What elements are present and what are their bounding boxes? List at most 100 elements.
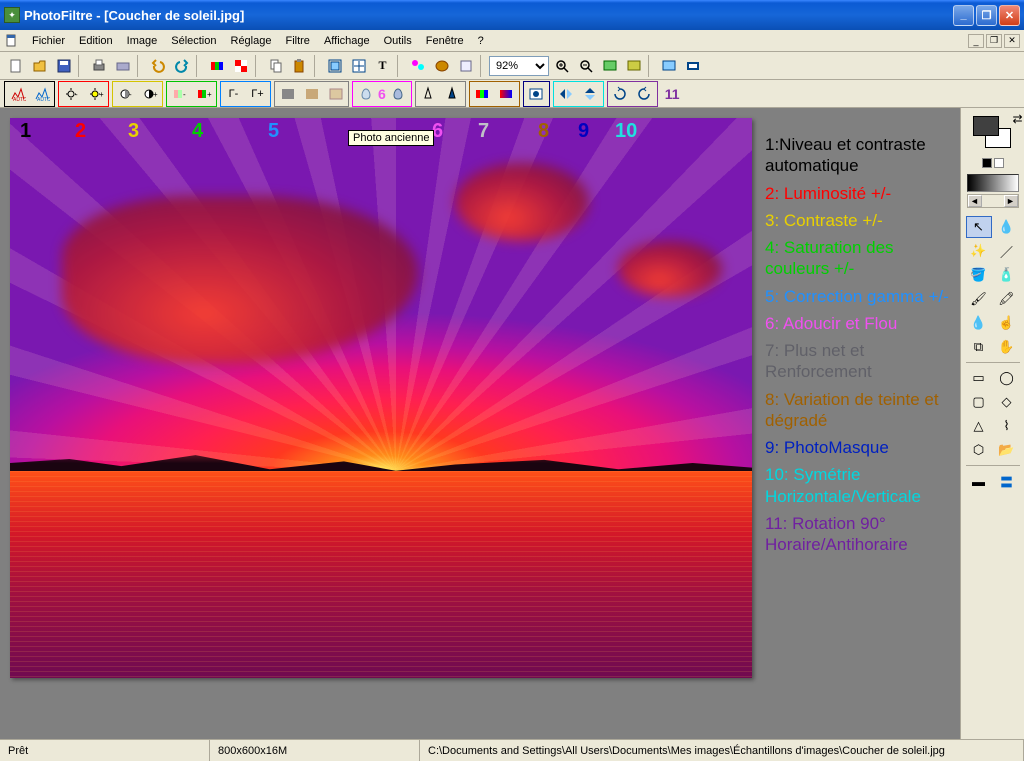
- fullscreen-button[interactable]: [657, 55, 680, 77]
- zoom-in-button[interactable]: [550, 55, 573, 77]
- auto-levels-button[interactable]: AUTO: [6, 83, 29, 105]
- resize-button[interactable]: [323, 55, 346, 77]
- soften-button[interactable]: [354, 83, 377, 105]
- auto-contrast-button[interactable]: AUTO: [30, 83, 53, 105]
- menu-affichage[interactable]: Affichage: [318, 33, 376, 49]
- gradient-scroll[interactable]: ◄►: [967, 194, 1019, 208]
- status-dims: 800x600x16M: [210, 740, 420, 761]
- brush-tool[interactable]: 🖌: [966, 288, 992, 310]
- pipette-tool[interactable]: 💧: [994, 216, 1020, 238]
- color-picker-button[interactable]: [406, 55, 429, 77]
- rotate-ccw-button[interactable]: [633, 83, 656, 105]
- slideshow-button[interactable]: [681, 55, 704, 77]
- scroll-tool[interactable]: ✋: [994, 336, 1020, 358]
- preferences-button[interactable]: [454, 55, 477, 77]
- sel-triangle-tool[interactable]: △: [966, 415, 992, 437]
- sel-rect-tool[interactable]: ▭: [966, 367, 992, 389]
- palette-button[interactable]: [430, 55, 453, 77]
- mdi-minimize[interactable]: _: [968, 34, 984, 48]
- brightness-minus-button[interactable]: -: [60, 83, 83, 105]
- menu-reglage[interactable]: Réglage: [225, 33, 278, 49]
- zoom-fit-button[interactable]: [598, 55, 621, 77]
- fill-tool[interactable]: 🪣: [966, 264, 992, 286]
- copy-button[interactable]: [264, 55, 287, 77]
- sel-diamond-tool[interactable]: ◇: [994, 391, 1020, 413]
- menu-selection[interactable]: Sélection: [165, 33, 222, 49]
- saturation-plus-button[interactable]: +: [192, 83, 215, 105]
- save-button[interactable]: [52, 55, 75, 77]
- flip-h-button[interactable]: [555, 83, 578, 105]
- contrast-plus-button[interactable]: +: [138, 83, 161, 105]
- close-button[interactable]: ✕: [999, 5, 1020, 26]
- menu-edition[interactable]: Edition: [73, 33, 119, 49]
- menu-help[interactable]: ?: [472, 33, 490, 49]
- scroll-left[interactable]: ◄: [968, 195, 982, 207]
- menu-fichier[interactable]: Fichier: [26, 33, 71, 49]
- open-button[interactable]: [28, 55, 51, 77]
- blur-button[interactable]: [387, 83, 410, 105]
- rotate-cw-button[interactable]: [609, 83, 632, 105]
- adv-brush-tool[interactable]: 🖍: [994, 288, 1020, 310]
- color-swatches[interactable]: ⇄: [969, 114, 1017, 156]
- pointer-tool[interactable]: ↖: [966, 216, 992, 238]
- menu-filtre[interactable]: Filtre: [279, 33, 315, 49]
- sel-poly-tool[interactable]: ⬡: [966, 439, 992, 461]
- zoom-select[interactable]: 92%: [489, 56, 549, 76]
- opt2-tool[interactable]: 〓: [994, 470, 1020, 492]
- sel-ellipse-tool[interactable]: ◯: [994, 367, 1020, 389]
- rgb-button[interactable]: [205, 55, 228, 77]
- grp-rotate: [607, 81, 658, 107]
- default-colors[interactable]: [982, 158, 1004, 168]
- clone-tool[interactable]: ⧉: [966, 336, 992, 358]
- image-canvas[interactable]: [10, 118, 752, 678]
- gradient-button[interactable]: [495, 83, 518, 105]
- fg-color-swatch[interactable]: [973, 116, 999, 136]
- zoom-100-button[interactable]: [622, 55, 645, 77]
- sel-load-tool[interactable]: 📂: [994, 439, 1020, 461]
- mdi-restore[interactable]: ❐: [986, 34, 1002, 48]
- flip-v-button[interactable]: [579, 83, 602, 105]
- blur-tool[interactable]: 💧: [966, 312, 992, 334]
- hue-button[interactable]: [471, 83, 494, 105]
- sel-lasso-tool[interactable]: ⌇: [994, 415, 1020, 437]
- spray-tool[interactable]: 🧴: [994, 264, 1020, 286]
- redo-button[interactable]: [170, 55, 193, 77]
- marker-3: 3: [128, 120, 139, 143]
- gamma-plus-button[interactable]: Γ+: [246, 83, 269, 105]
- grayscale-button[interactable]: [276, 83, 299, 105]
- minimize-button[interactable]: _: [953, 5, 974, 26]
- new-button[interactable]: [4, 55, 27, 77]
- line-tool[interactable]: ／: [994, 240, 1020, 262]
- brightness-plus-button[interactable]: +: [84, 83, 107, 105]
- scroll-right[interactable]: ►: [1004, 195, 1018, 207]
- mdi-close[interactable]: ✕: [1004, 34, 1020, 48]
- swap-colors-icon[interactable]: ⇄: [1012, 112, 1022, 126]
- reinforce-button[interactable]: [441, 83, 464, 105]
- scanner-button[interactable]: [111, 55, 134, 77]
- sel-roundrect-tool[interactable]: ▢: [966, 391, 992, 413]
- gamma-minus-button[interactable]: Γ-: [222, 83, 245, 105]
- sharpen-button[interactable]: [417, 83, 440, 105]
- wand-tool[interactable]: ✨: [966, 240, 992, 262]
- old-photo-button[interactable]: [324, 83, 347, 105]
- photomask-button[interactable]: [525, 83, 548, 105]
- marker-8: 8: [538, 120, 549, 143]
- canvas-size-button[interactable]: [347, 55, 370, 77]
- maximize-button[interactable]: ❐: [976, 5, 997, 26]
- menu-image[interactable]: Image: [121, 33, 164, 49]
- zoom-out-button[interactable]: [574, 55, 597, 77]
- tool-grid-3: ▬ 〓: [966, 465, 1020, 492]
- undo-button[interactable]: [146, 55, 169, 77]
- menu-fenetre[interactable]: Fenêtre: [420, 33, 470, 49]
- contrast-minus-button[interactable]: -: [114, 83, 137, 105]
- print-button[interactable]: [87, 55, 110, 77]
- gradient-strip[interactable]: [967, 174, 1019, 192]
- text-button[interactable]: T: [371, 55, 394, 77]
- opt1-tool[interactable]: ▬: [966, 470, 992, 492]
- sepia-button[interactable]: [300, 83, 323, 105]
- transparency-button[interactable]: [229, 55, 252, 77]
- paste-button[interactable]: [288, 55, 311, 77]
- menu-outils[interactable]: Outils: [378, 33, 418, 49]
- smudge-tool[interactable]: ☝: [994, 312, 1020, 334]
- saturation-minus-button[interactable]: -: [168, 83, 191, 105]
